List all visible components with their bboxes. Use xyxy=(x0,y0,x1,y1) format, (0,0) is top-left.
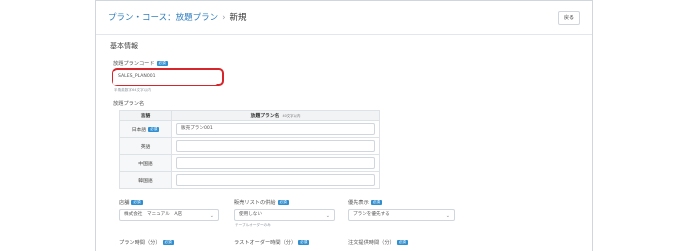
store-select[interactable]: 株式会社 マニュアル A店 ⌄ xyxy=(119,209,219,221)
language-label: 英語 xyxy=(140,144,151,150)
sales-list-hint: テーブルオーダーのみ xyxy=(235,223,271,227)
store-select-value: 株式会社 マニュアル A店 xyxy=(124,212,183,217)
plan-code-input[interactable]: SALES_PLAN001 xyxy=(113,71,217,85)
plan-name-input-en[interactable] xyxy=(176,140,375,152)
store-label: 店舗 必須 xyxy=(119,199,143,207)
required-badge: 必須 xyxy=(396,240,408,245)
sales-list-label: 販売リストの供給 必須 xyxy=(234,199,289,207)
field-cell xyxy=(171,137,380,155)
last-order-label: ラストオーダー時間（分） 必須 xyxy=(234,239,310,247)
page-header: プラン・コース：放題プラン › 新規 戻る xyxy=(96,1,592,35)
required-badge: 必須 xyxy=(131,200,143,205)
language-label: 中国語 xyxy=(138,161,153,167)
field-cell xyxy=(171,154,380,172)
field-cell xyxy=(171,171,380,189)
required-badge: 必須 xyxy=(148,126,160,132)
priority-select-value: プランを優先する xyxy=(353,212,390,217)
breadcrumb-current: 新規 xyxy=(229,13,247,23)
order-stop-label-text: 注文提供時間（分） xyxy=(348,240,395,246)
section-title: 基本情報 xyxy=(110,42,138,50)
language-cell: 韓国語 xyxy=(119,171,172,189)
plan-time-label: プラン時間（分） 必須 xyxy=(119,239,174,247)
plan-code-label-text: 放題プランコード xyxy=(113,61,155,67)
priority-label-text: 優先表示 xyxy=(348,200,369,206)
table-header-row: 言語 放題プラン名 40文字以内 xyxy=(119,110,380,121)
required-badge: 必須 xyxy=(156,61,168,66)
language-cell: 中国語 xyxy=(119,154,172,172)
table-row: 日本語 必須 販売プラン001 xyxy=(119,120,380,138)
chevron-down-icon: ⌄ xyxy=(209,213,214,219)
table-row: 中国語 xyxy=(119,154,380,172)
breadcrumb-link[interactable]: プラン・コース：放題プラン xyxy=(108,13,218,23)
required-badge: 必須 xyxy=(370,200,382,205)
col-plan-name: 放題プラン名 40文字以内 xyxy=(171,110,380,121)
plan-code-hint: 半角英数字64文字以内 xyxy=(114,88,151,92)
back-button[interactable]: 戻る xyxy=(558,11,580,25)
chevron-down-icon: ⌄ xyxy=(325,213,330,219)
plan-code-label: 放題プランコード 必須 xyxy=(113,60,168,68)
breadcrumb: プラン・コース：放題プラン › 新規 xyxy=(108,12,247,24)
required-badge: 必須 xyxy=(277,200,289,205)
language-label: 日本語 xyxy=(131,127,147,133)
order-stop-label: 注文提供時間（分） 必須 xyxy=(348,239,408,247)
col-language: 言語 xyxy=(119,110,172,121)
required-badge: 必須 xyxy=(298,240,310,245)
store-label-text: 店舗 xyxy=(119,200,130,206)
table-row: 韓国語 xyxy=(119,171,380,189)
sales-list-label-text: 販売リストの供給 xyxy=(234,200,276,206)
plan-name-input-ko[interactable] xyxy=(176,174,375,186)
priority-label: 優先表示 必須 xyxy=(348,199,382,207)
plan-time-label-text: プラン時間（分） xyxy=(119,240,161,246)
language-cell: 日本語 必須 xyxy=(119,120,172,138)
priority-select[interactable]: プランを優先する ⌄ xyxy=(348,209,455,221)
col-plan-name-note: 40文字以内 xyxy=(282,114,301,118)
plan-name-table: 言語 放題プラン名 40文字以内 日本語 必須 販売プラン001 英語 中国語 韓国… xyxy=(119,110,380,189)
language-cell: 英語 xyxy=(119,137,172,155)
sales-list-select-value: 使用しない xyxy=(239,212,262,217)
field-cell: 販売プラン001 xyxy=(171,120,380,138)
required-badge: 必須 xyxy=(162,240,174,245)
plan-name-input-zh[interactable] xyxy=(176,157,375,169)
main-panel: プラン・コース：放題プラン › 新規 戻る 基本情報 放題プランコード 必須 SALE… xyxy=(95,0,593,251)
language-label: 韓国語 xyxy=(138,178,153,184)
table-row: 英語 xyxy=(119,137,380,155)
breadcrumb-separator-icon: › xyxy=(222,13,226,23)
chevron-down-icon: ⌄ xyxy=(445,213,450,219)
sales-list-select[interactable]: 使用しない ⌄ xyxy=(234,209,335,221)
plan-name-label: 放題プラン名 xyxy=(113,101,145,107)
plan-name-input-ja[interactable]: 販売プラン001 xyxy=(176,123,375,135)
col-plan-name-text: 放題プラン名 xyxy=(250,114,280,119)
last-order-label-text: ラストオーダー時間（分） xyxy=(234,240,297,246)
